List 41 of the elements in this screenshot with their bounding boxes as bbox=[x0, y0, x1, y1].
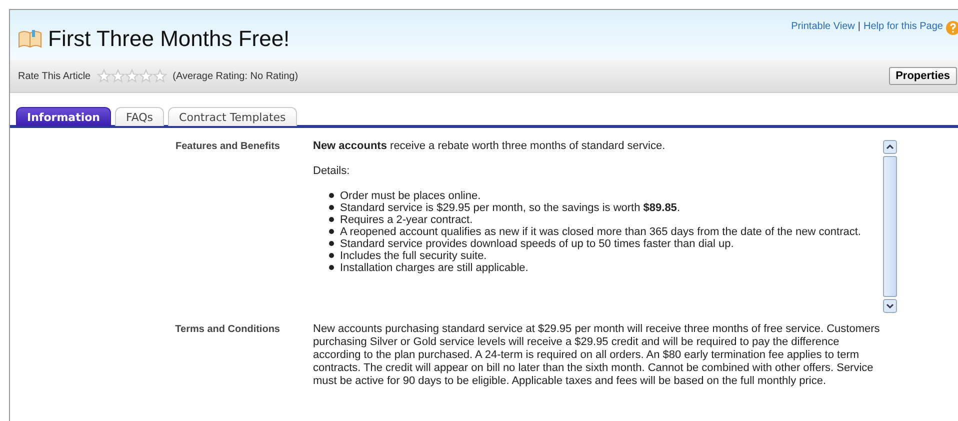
star-icon[interactable] bbox=[110, 69, 125, 83]
scroll-thumb[interactable] bbox=[883, 156, 897, 297]
star-icon[interactable] bbox=[124, 69, 139, 83]
tab[interactable]: Information bbox=[16, 107, 111, 126]
list-item: Requires a 2-year contract. bbox=[340, 214, 473, 226]
help-link[interactable]: Help for this Page bbox=[864, 21, 943, 32]
list-item: A reopened account qualifies as new if it was closed more than 365 days from the date of the new contract. bbox=[340, 226, 861, 238]
star-icon[interactable] bbox=[138, 69, 153, 83]
list-item: Standard service is $29.95 per month, so the savings is worth $89.85. bbox=[340, 202, 680, 214]
scrollbar[interactable] bbox=[882, 140, 898, 313]
scroll-down-icon[interactable] bbox=[883, 299, 897, 313]
link-separator: | bbox=[858, 21, 860, 32]
help-icon[interactable] bbox=[946, 21, 958, 35]
bullet-icon bbox=[329, 241, 334, 246]
details-heading: Details: bbox=[313, 165, 351, 178]
list-item: Installation charges are still applicable. bbox=[340, 262, 528, 274]
average-rating: (Average Rating: No Rating) bbox=[172, 70, 298, 82]
list-item: Order must be places online. bbox=[340, 190, 481, 202]
intro-text: New accounts receive a rebate worth three months of standard service. bbox=[313, 140, 666, 153]
bullet-icon bbox=[329, 229, 334, 234]
terms-text: New accounts purchasing standard service at $29.95 per month will receive three months of free service. Customers purchasing Silver or Gold service levels will receive a $29.95 credit and will be required to pay the difference according to the plan purchased. A 24-term is required on all orders. An $80 early termination fee applies to term contracts. The credit will appear on bill no later than the sixth month. Cannot be combined with other offers. Service must be active for 90 days to be eligible. Applicable taxes and fees will be based on the full monthly price. bbox=[313, 323, 881, 388]
page-title: First Three Months Free! bbox=[48, 26, 290, 52]
bullet-icon bbox=[329, 265, 334, 270]
star-rating[interactable] bbox=[96, 69, 167, 83]
bullet-icon bbox=[329, 205, 334, 210]
star-icon[interactable] bbox=[152, 69, 167, 83]
bullet-icon bbox=[329, 193, 334, 198]
rate-label: Rate This Article bbox=[18, 70, 91, 82]
scroll-up-icon[interactable] bbox=[883, 140, 897, 154]
bullet-icon bbox=[329, 217, 334, 222]
tab[interactable]: Contract Templates bbox=[168, 107, 297, 126]
tab[interactable]: FAQs bbox=[115, 107, 164, 126]
field-label: Terms and Conditions bbox=[174, 323, 281, 337]
field-label: Features and Benefits bbox=[174, 140, 281, 154]
list-item: Standard service provides download speeds of up to 50 times faster than dial up. bbox=[340, 238, 734, 250]
list-item: Includes the full security suite. bbox=[340, 250, 487, 262]
printable-view-link[interactable]: Printable View bbox=[791, 21, 855, 32]
bullet-icon bbox=[329, 253, 334, 258]
book-icon bbox=[18, 29, 42, 49]
star-icon[interactable] bbox=[96, 69, 111, 83]
properties-button[interactable]: Properties bbox=[888, 67, 957, 85]
